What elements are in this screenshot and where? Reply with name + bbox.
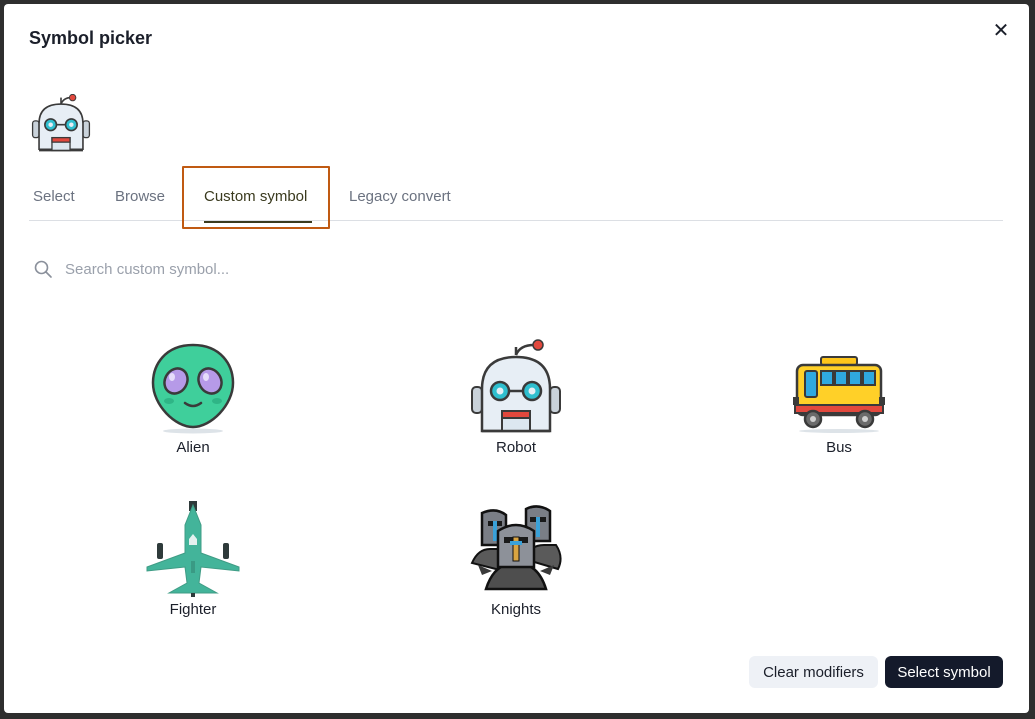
alien-icon: [151, 343, 235, 434]
close-icon[interactable]: ✕: [993, 21, 1010, 41]
select-symbol-button[interactable]: Select symbol: [885, 656, 1003, 688]
symbol-robot[interactable]: Robot: [436, 339, 596, 469]
symbol-label: Bus: [826, 439, 852, 456]
search-bar: [29, 254, 1003, 284]
bus-icon: [793, 356, 885, 433]
selected-symbol-preview: [30, 93, 92, 158]
robot-icon: [471, 339, 561, 433]
clear-modifiers-button[interactable]: Clear modifiers: [749, 656, 878, 688]
knights-icon: [470, 505, 562, 591]
tab-select[interactable]: Select: [33, 172, 75, 220]
robot-icon: [31, 93, 91, 152]
tab-highlight-box: [182, 166, 330, 229]
symbol-label: Knights: [490, 601, 542, 618]
symbol-alien[interactable]: Alien: [113, 339, 273, 469]
tab-browse[interactable]: Browse: [115, 172, 165, 220]
fighter-jet-icon: [146, 501, 240, 597]
symbol-label: Fighter: [169, 601, 217, 618]
search-input[interactable]: [63, 259, 667, 279]
tab-bar: Select Browse Custom symbol Legacy conve…: [29, 172, 1003, 223]
symbol-picker-dialog: Symbol picker ✕ Select Browse Custom sym…: [4, 4, 1029, 713]
symbol-knights[interactable]: Knights: [436, 501, 596, 631]
symbol-label: Alien: [176, 439, 210, 456]
dialog-title: Symbol picker: [29, 28, 153, 48]
symbol-bus[interactable]: Bus: [759, 339, 919, 469]
search-icon: [34, 260, 52, 278]
symbol-fighter[interactable]: Fighter: [113, 501, 273, 631]
tab-legacy-convert[interactable]: Legacy convert: [349, 172, 451, 220]
symbol-label: Robot: [495, 439, 537, 456]
close-button[interactable]: ✕: [990, 20, 1012, 42]
